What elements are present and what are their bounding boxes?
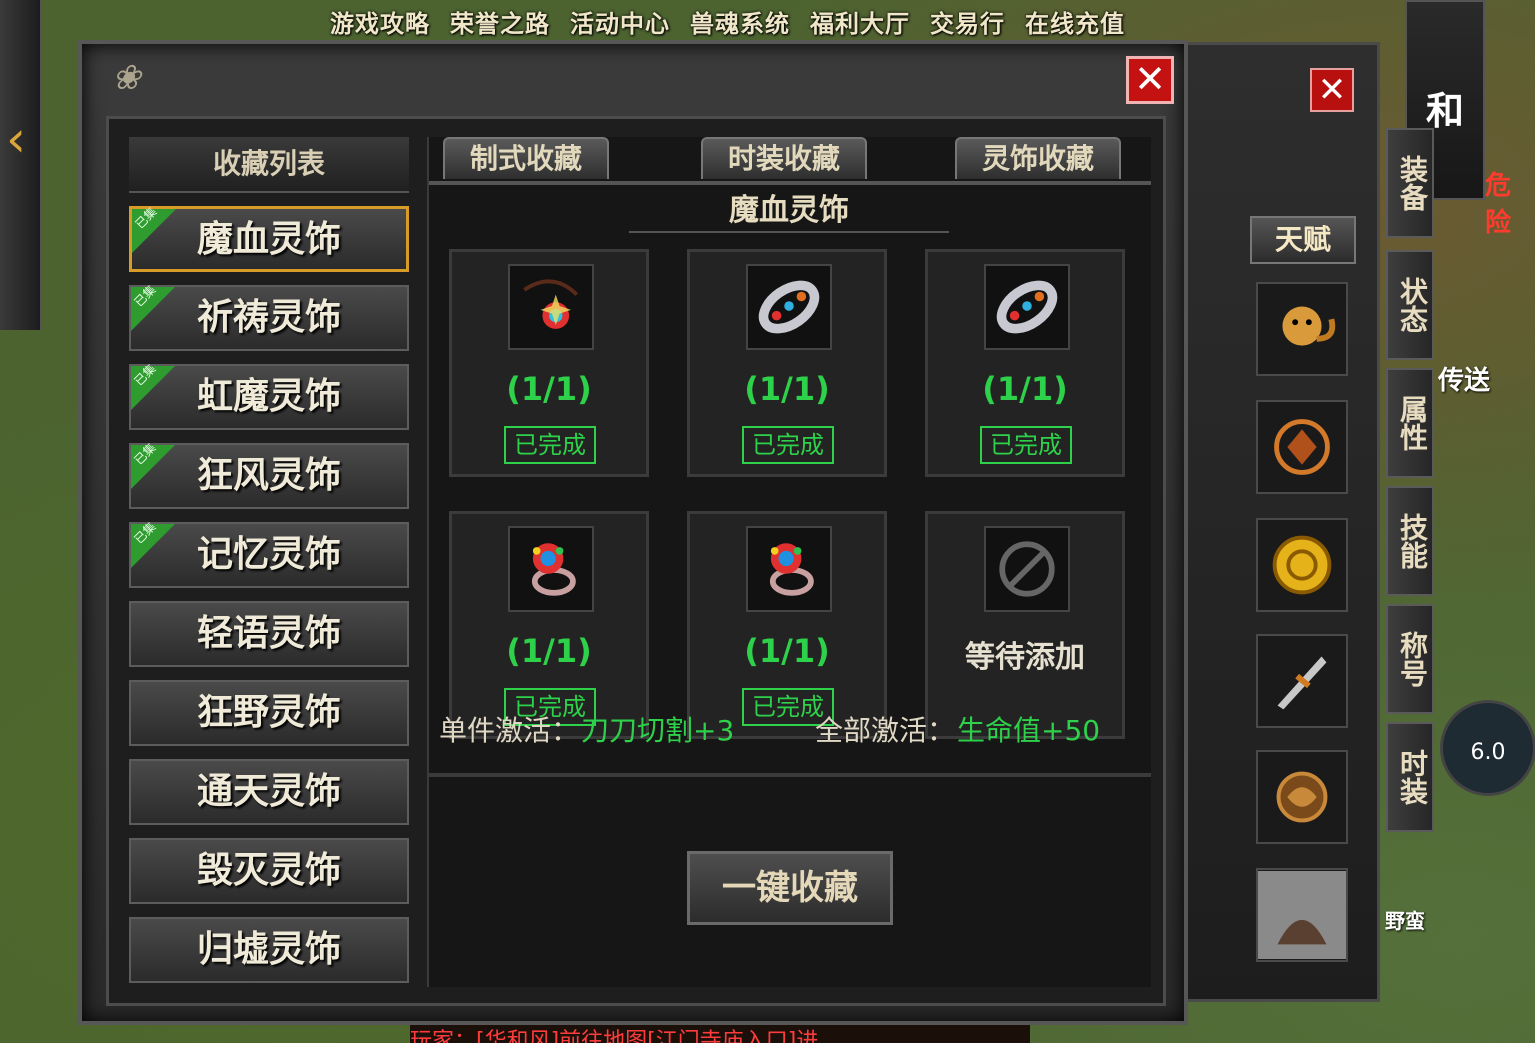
collection-list-item[interactable]: 已集 魔血灵饰 [129, 205, 409, 272]
all-activation-value: 生命值+50 [957, 714, 1101, 747]
collection-list-item[interactable]: 轻语灵饰 [129, 601, 409, 667]
all-activation-label: 全部激活： [815, 714, 956, 747]
window-body: 收藏列表 已集 魔血灵饰 已集 祈祷灵饰 已集 虹魔灵饰 已集 狂风灵饰 已集 记忆灵饰 轻语灵饰狂… [106, 116, 1166, 1006]
dragon-ornament-icon [1276, 771, 1328, 823]
tab-ornament-collection[interactable]: 灵饰收藏 [955, 137, 1121, 179]
portrait-slot[interactable] [1256, 868, 1348, 962]
collection-list-item[interactable]: 已集 记忆灵饰 [129, 520, 409, 588]
teleport-label[interactable]: 传送 [1438, 360, 1490, 397]
collection-list-item-label: 轻语灵饰 [196, 613, 341, 654]
bracelet-icon[interactable] [984, 264, 1070, 350]
chat-bar: 玩家：[华和风]前往地图[江门寺庙入口]进 [410, 1022, 1030, 1043]
collection-list-item-label: 祈祷灵饰 [196, 297, 341, 338]
divider [429, 773, 1151, 777]
tab-attributes[interactable]: 属性 [1386, 368, 1434, 478]
ornament-card: (1/1) 已完成 [687, 249, 887, 477]
menu-recharge[interactable]: 在线充值 [1015, 0, 1135, 38]
ring-icon[interactable] [746, 526, 832, 612]
portrait-icon [1258, 871, 1346, 959]
ornament-slot[interactable] [1256, 750, 1348, 844]
collection-list: 收藏列表 已集 魔血灵饰 已集 祈祷灵饰 已集 虹魔灵饰 已集 狂风灵饰 已集 记忆灵饰 轻语灵饰狂… [129, 137, 409, 983]
single-activation-label: 单件激活： [439, 714, 580, 747]
talent-button[interactable]: 天赋 [1250, 216, 1356, 264]
collection-detail: 制式收藏 时装收藏 灵饰收藏 魔血灵饰 (1/1) 已完成 (1/1) 已完成 (1/1… [427, 137, 1151, 987]
empty-slot-icon[interactable] [984, 526, 1070, 612]
ornament-count: (1/1) [506, 370, 592, 408]
section-title: 魔血灵饰 [629, 191, 949, 233]
bracelet-icon[interactable] [746, 264, 832, 350]
wild-skill-label[interactable]: 野蛮 [1385, 905, 1425, 934]
collection-list-item-label: 通天灵饰 [196, 771, 341, 812]
tab-equipment[interactable]: 装备 [1386, 128, 1434, 238]
collection-list-item[interactable]: 已集 虹魔灵饰 [129, 362, 409, 430]
collection-window: ❀ ✕ 收藏列表 已集 魔血灵饰 已集 祈祷灵饰 已集 虹魔灵饰 已集 狂风灵饰 已集 记忆灵饰轻… [78, 40, 1188, 1025]
pet-slot[interactable] [1256, 282, 1348, 376]
ornament-count: (1/1) [982, 370, 1068, 408]
collection-list-item-label: 毁灭灵饰 [196, 850, 341, 891]
tab-skills[interactable]: 技能 [1386, 486, 1434, 596]
ornament-count: (1/1) [506, 632, 592, 670]
monkey-icon [1282, 306, 1336, 346]
tab-fashion-collection[interactable]: 时装收藏 [701, 137, 867, 179]
completed-button[interactable]: 已完成 [742, 426, 834, 464]
top-menu: 游戏攻略 荣誉之路 活动中心 兽魂系统 福利大厅 交易行 在线充值 [320, 0, 1135, 38]
ornament-card: (1/1) 已完成 [925, 249, 1125, 477]
single-activation-value: 刀刀切割+3 [581, 714, 735, 747]
equipment-close-button[interactable]: ✕ [1310, 68, 1354, 112]
tab-fashion[interactable]: 时装 [1386, 722, 1434, 832]
collection-list-item-label: 记忆灵饰 [196, 534, 341, 575]
collection-list-item[interactable]: 已集 祈祷灵饰 [129, 283, 409, 351]
blade-icon [1277, 656, 1327, 710]
corner-char: 和 [1425, 89, 1464, 133]
medal-slot[interactable] [1256, 518, 1348, 612]
danger-label: 危险 [1485, 171, 1512, 238]
one-click-collect-button[interactable]: 一键收藏 [687, 851, 893, 925]
tab-divider [429, 181, 1151, 185]
collection-list-item[interactable]: 通天灵饰 [129, 759, 409, 825]
collection-list-item[interactable]: 已集 狂风灵饰 [129, 441, 409, 509]
collapse-arrow-icon[interactable]: ‹ [6, 110, 26, 168]
weapon-slot[interactable] [1256, 634, 1348, 728]
close-button[interactable]: ✕ [1126, 56, 1174, 104]
menu-beast-soul[interactable]: 兽魂系统 [680, 0, 800, 38]
chat-message: 玩家：[华和风]前往地图[江门寺庙入口]进 [410, 1029, 819, 1043]
collection-list-item[interactable]: 毁灭灵饰 [129, 838, 409, 904]
activation-stats: 单件激活： 刀刀切割+3 全部激活： 生命值+50 [429, 705, 1151, 757]
menu-activity-center[interactable]: 活动中心 [560, 0, 680, 38]
tab-standard-collection[interactable]: 制式收藏 [443, 137, 609, 179]
necklace-icon[interactable] [508, 264, 594, 350]
collection-list-item[interactable]: 狂野灵饰 [129, 680, 409, 746]
ornament-count: (1/1) [744, 632, 830, 670]
ring-icon[interactable] [508, 526, 594, 612]
collection-list-item-label: 魔血灵饰 [196, 219, 341, 260]
collection-list-item-label: 狂野灵饰 [196, 692, 341, 733]
level-indicator: 6.0 [1440, 700, 1535, 796]
collection-list-title: 收藏列表 [129, 137, 409, 193]
ornament-card: (1/1) 已完成 [449, 249, 649, 477]
gold-medal-icon [1272, 535, 1332, 595]
collection-list-item-label: 归墟灵饰 [196, 929, 341, 970]
emblem-slot[interactable] [1256, 400, 1348, 494]
menu-honor-road[interactable]: 荣誉之路 [440, 0, 560, 38]
completed-button[interactable]: 已完成 [504, 426, 596, 464]
ornament-count: (1/1) [744, 370, 830, 408]
collection-tabs: 制式收藏 时装收藏 灵饰收藏 [429, 137, 1151, 185]
flame-emblem-icon [1274, 419, 1330, 475]
tab-status[interactable]: 状态 [1386, 250, 1434, 360]
collection-list-item-label: 狂风灵饰 [196, 455, 341, 496]
completed-button[interactable]: 已完成 [980, 426, 1072, 464]
menu-welfare-hall[interactable]: 福利大厅 [800, 0, 920, 38]
pending-add-label: 等待添加 [965, 640, 1085, 675]
collection-list-item[interactable]: 归墟灵饰 [129, 917, 409, 983]
window-logo-icon: ❀ [112, 58, 141, 98]
menu-trade[interactable]: 交易行 [920, 0, 1015, 38]
menu-game-guide[interactable]: 游戏攻略 [320, 0, 440, 38]
collection-list-item-label: 虹魔灵饰 [196, 376, 341, 417]
tab-titles[interactable]: 称号 [1386, 604, 1434, 714]
left-edge-panel: ‹ [0, 0, 42, 330]
